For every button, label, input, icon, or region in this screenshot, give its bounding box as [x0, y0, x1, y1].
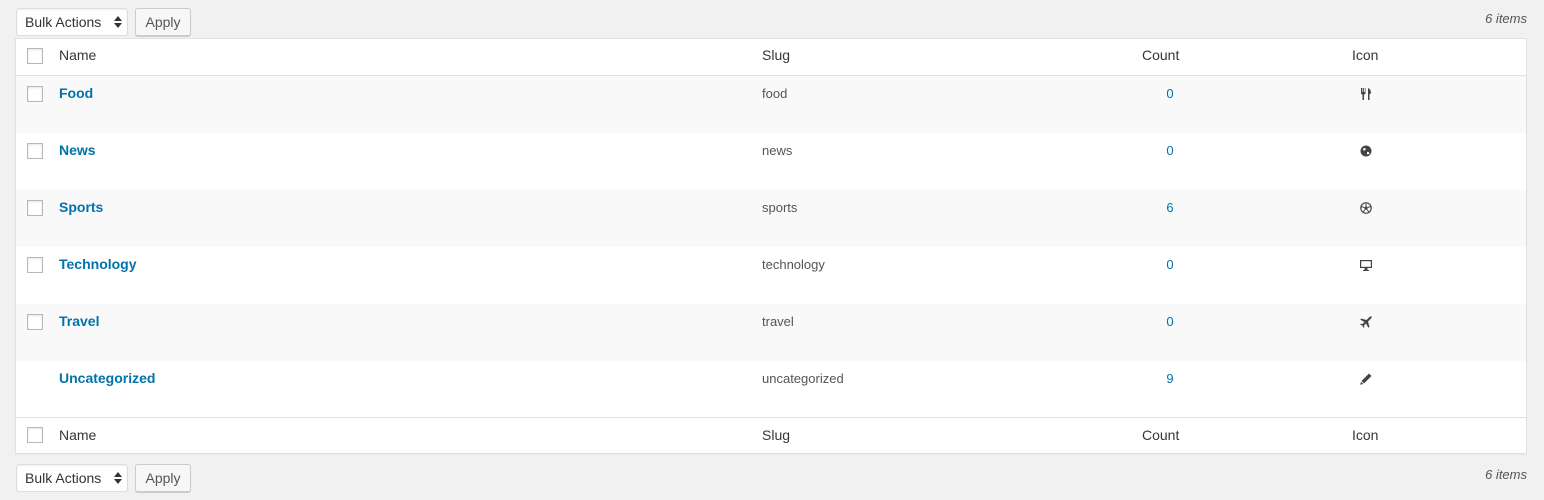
category-slug: food	[762, 86, 788, 101]
category-slug: technology	[762, 257, 825, 272]
bulk-actions-select[interactable]: Bulk Actions	[16, 464, 128, 492]
category-count-link[interactable]: 0	[1165, 86, 1175, 101]
category-count-link[interactable]: 0	[1165, 314, 1175, 329]
column-footer-name[interactable]: Name	[59, 427, 96, 443]
utensils-icon	[1359, 87, 1373, 101]
table-row: Technology technology 0	[16, 247, 1526, 304]
table-row: News news 0	[16, 133, 1526, 190]
category-name-link[interactable]: Sports	[59, 199, 103, 215]
row-checkbox[interactable]	[27, 257, 43, 273]
category-slug: travel	[762, 314, 794, 329]
row-checkbox[interactable]	[27, 86, 43, 102]
items-count: 6 items	[1485, 467, 1527, 482]
table-footer: Name Slug Count Icon	[16, 417, 1526, 454]
row-checkbox[interactable]	[27, 143, 43, 159]
tablenav-top: Bulk Actions Apply 6 items	[16, 6, 1528, 36]
soccer-ball-icon	[1359, 201, 1373, 215]
table-row: Food food 0	[16, 76, 1526, 133]
category-name-link[interactable]: Uncategorized	[59, 370, 155, 386]
bulk-actions-select[interactable]: Bulk Actions	[16, 8, 128, 36]
globe-icon	[1359, 144, 1373, 158]
category-name-link[interactable]: News	[59, 142, 96, 158]
category-count-link[interactable]: 6	[1165, 200, 1175, 215]
select-arrows-icon	[114, 472, 122, 484]
column-footer-icon: Icon	[1352, 427, 1379, 443]
column-header-count[interactable]: Count	[1142, 47, 1179, 63]
tablenav-bottom: Bulk Actions Apply 6 items	[16, 462, 1528, 492]
bulk-actions-label: Bulk Actions	[25, 14, 102, 30]
apply-button[interactable]: Apply	[135, 464, 191, 492]
select-all-checkbox-footer[interactable]	[27, 427, 43, 443]
categories-table: Name Slug Count Icon Food food 0 News ne…	[15, 38, 1527, 454]
row-checkbox[interactable]	[27, 314, 43, 330]
column-header-icon: Icon	[1352, 47, 1379, 63]
desktop-icon	[1359, 258, 1373, 272]
category-name-link[interactable]: Travel	[59, 313, 99, 329]
column-header-name[interactable]: Name	[59, 47, 96, 63]
items-count: 6 items	[1485, 11, 1527, 26]
column-footer-slug[interactable]: Slug	[762, 427, 790, 443]
column-header-slug[interactable]: Slug	[762, 47, 790, 63]
airplane-icon	[1359, 315, 1373, 329]
category-count-link[interactable]: 9	[1165, 371, 1175, 386]
pencil-icon	[1359, 372, 1373, 386]
bulk-actions-label: Bulk Actions	[25, 470, 102, 486]
category-slug: uncategorized	[762, 371, 844, 386]
select-arrows-icon	[114, 16, 122, 28]
category-slug: news	[762, 143, 793, 158]
category-slug: sports	[762, 200, 798, 215]
category-name-link[interactable]: Technology	[59, 256, 137, 272]
row-checkbox[interactable]	[27, 200, 43, 216]
table-header: Name Slug Count Icon	[16, 39, 1526, 76]
category-count-link[interactable]: 0	[1165, 257, 1175, 272]
table-row: Sports sports 6	[16, 190, 1526, 247]
table-row: Uncategorized uncategorized 9	[16, 361, 1526, 418]
column-footer-count[interactable]: Count	[1142, 427, 1179, 443]
table-row: Travel travel 0	[16, 304, 1526, 361]
category-count-link[interactable]: 0	[1165, 143, 1175, 158]
apply-button[interactable]: Apply	[135, 8, 191, 36]
category-name-link[interactable]: Food	[59, 85, 93, 101]
select-all-checkbox[interactable]	[27, 48, 43, 64]
